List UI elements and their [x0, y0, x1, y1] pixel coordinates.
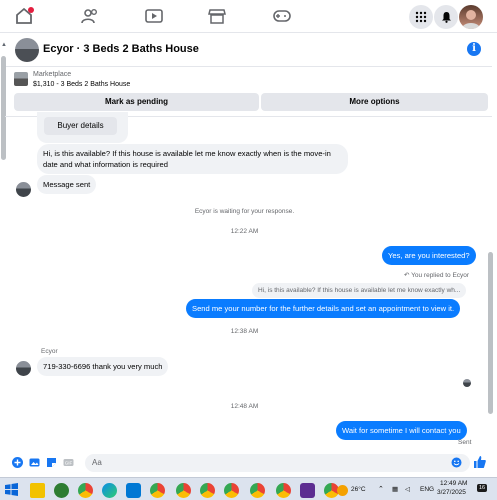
- app-icon[interactable]: [54, 483, 69, 498]
- chrome-icon[interactable]: [150, 483, 165, 498]
- marketplace-label: Marketplace: [33, 71, 72, 78]
- notification-badge[interactable]: 16: [477, 484, 488, 492]
- waiting-notice: Ecyor is waiting for your response.: [194, 208, 295, 215]
- photo-icon[interactable]: [29, 457, 40, 468]
- mark-as-pending-button[interactable]: Mark as pending: [14, 93, 259, 111]
- timestamp: 12:48 AM: [230, 403, 259, 410]
- profile-photo-icon: [462, 10, 480, 29]
- marketplace-icon[interactable]: [207, 7, 227, 25]
- message-input[interactable]: Aa: [85, 454, 470, 472]
- outgoing-message: Wait for sometime I will contact you: [336, 421, 467, 440]
- grid-menu-icon: [415, 11, 427, 23]
- timestamp: 12:22 AM: [230, 228, 259, 235]
- weather-icon[interactable]: [337, 485, 348, 496]
- outgoing-message: Send me your number for the further deta…: [186, 299, 461, 318]
- chrome-icon[interactable]: [224, 483, 239, 498]
- store-icon[interactable]: [126, 483, 141, 498]
- marketplace-thumbnail: [14, 72, 28, 86]
- chrome-icon[interactable]: [200, 483, 215, 498]
- svg-text:GIF: GIF: [65, 461, 73, 466]
- chrome-icon[interactable]: [78, 483, 93, 498]
- clock-time[interactable]: 12:49 AM: [440, 480, 467, 487]
- outgoing-message: Yes, are you interested?: [382, 246, 476, 265]
- read-receipt-avatar: [463, 379, 471, 387]
- listing-price: $1,310 - 3 Beds 2 Baths House: [33, 81, 131, 88]
- tray-chevron-icon[interactable]: ⌃: [378, 485, 384, 493]
- chat-scrollbar[interactable]: [488, 252, 493, 414]
- network-icon[interactable]: ▦: [392, 485, 398, 493]
- edge-icon[interactable]: [102, 483, 117, 498]
- like-thumb-icon[interactable]: [473, 455, 486, 469]
- notification-dot: [28, 7, 34, 13]
- sent-status: Sent: [458, 439, 472, 446]
- quoted-message[interactable]: Hi, is this available? If this house is …: [252, 283, 467, 298]
- scroll-up-arrow[interactable]: ▲: [1, 42, 7, 48]
- volume-icon[interactable]: ◁: [405, 485, 410, 493]
- info-icon[interactable]: i: [467, 42, 481, 56]
- file-explorer-icon[interactable]: [30, 483, 45, 498]
- top-navigation: [0, 0, 497, 33]
- sticker-icon[interactable]: [46, 457, 57, 468]
- bell-icon: [441, 12, 451, 23]
- app-icon[interactable]: [300, 483, 315, 498]
- message-composer: GIF Aa: [5, 453, 492, 473]
- windows-taskbar: 26°C ⌃ ▦ ◁ ENG 12:49 AM 3/27/2025 16: [0, 477, 497, 500]
- chat-header: Ecyor · 3 Beds 2 Baths House i: [5, 33, 492, 67]
- notifications-button[interactable]: [434, 5, 458, 29]
- gif-icon[interactable]: GIF: [63, 457, 74, 468]
- profile-avatar[interactable]: [459, 5, 483, 29]
- menu-button[interactable]: [409, 5, 433, 29]
- plus-icon[interactable]: [12, 457, 23, 468]
- gaming-icon[interactable]: [272, 7, 292, 25]
- sender-name: Ecyor: [41, 348, 58, 355]
- video-icon[interactable]: [144, 7, 164, 25]
- chrome-icon[interactable]: [176, 483, 191, 498]
- listing-thumbnail[interactable]: [15, 38, 39, 62]
- emoji-icon[interactable]: [451, 457, 462, 468]
- more-options-button[interactable]: More options: [261, 93, 488, 111]
- chrome-icon[interactable]: [250, 483, 265, 498]
- clock-date[interactable]: 3/27/2025: [437, 489, 466, 496]
- incoming-message: Message sent: [37, 175, 97, 194]
- replied-label: ↶ You replied to Ecyor: [404, 271, 469, 279]
- incoming-message: Hi, is this available? If this house is …: [37, 144, 348, 174]
- language-indicator[interactable]: ENG: [420, 486, 434, 493]
- sender-avatar[interactable]: [16, 361, 31, 376]
- windows-start-icon[interactable]: [5, 483, 18, 496]
- chrome-icon[interactable]: [276, 483, 291, 498]
- buyer-details-button[interactable]: Buyer details: [44, 117, 117, 135]
- sender-avatar[interactable]: [16, 182, 31, 197]
- marketplace-panel: Marketplace $1,310 - 3 Beds 2 Baths Hous…: [5, 67, 492, 117]
- timestamp: 12:38 AM: [230, 328, 259, 335]
- chat-title[interactable]: Ecyor · 3 Beds 2 Baths House: [43, 43, 199, 55]
- friends-icon[interactable]: [80, 7, 100, 25]
- replied-text: You replied to Ecyor: [411, 272, 470, 279]
- incoming-message: 719-330-6696 thank you very much: [37, 357, 169, 376]
- temperature[interactable]: 26°C: [351, 486, 366, 493]
